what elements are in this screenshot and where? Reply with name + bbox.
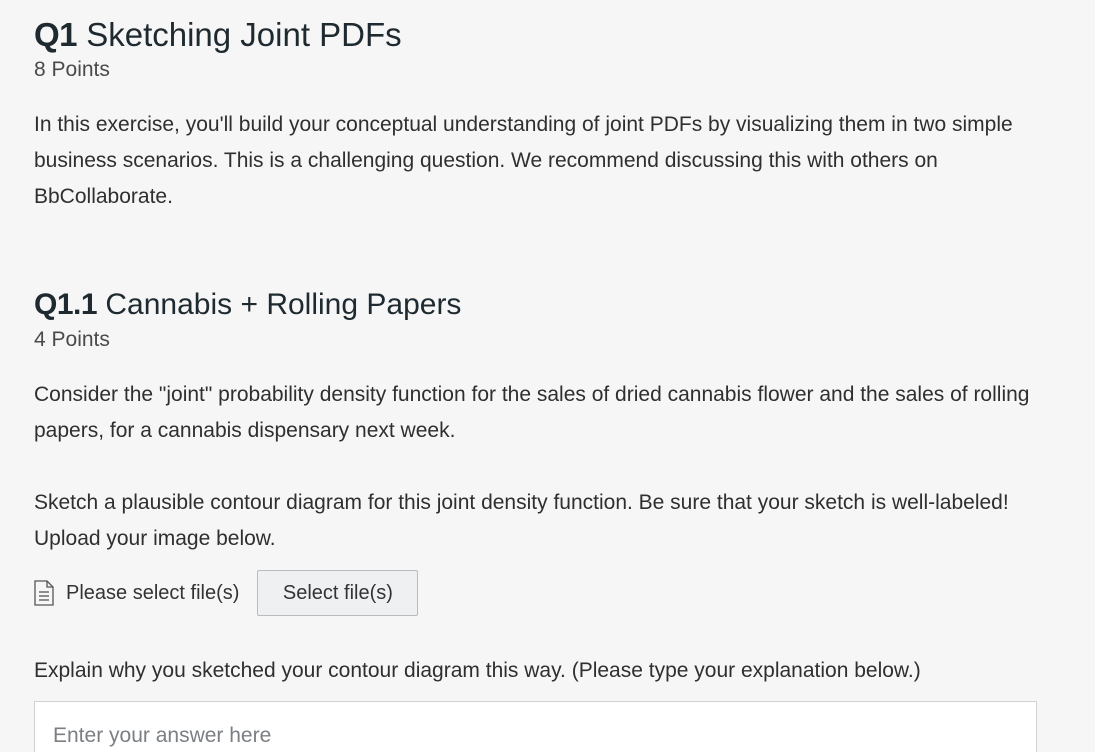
- file-upload-label: Please select file(s): [66, 581, 240, 604]
- explanation-prompt: Explain why you sketched your contour di…: [34, 659, 921, 682]
- subquestion-upload-instructions: Sketch a plausible contour diagram for t…: [34, 491, 1009, 550]
- question-description: In this exercise, you'll build your conc…: [34, 113, 1013, 208]
- select-files-button[interactable]: Select file(s): [257, 570, 419, 616]
- question-points: 8 Points: [34, 58, 110, 81]
- subquestion-title: Q1.1 Cannabis + Rolling Papers: [34, 290, 461, 320]
- file-upload-row: Please select file(s) Select file(s): [34, 570, 419, 616]
- subquestion-points: 4 Points: [34, 328, 110, 351]
- question-title-text: Sketching Joint PDFs: [86, 16, 402, 53]
- file-document-icon: [34, 580, 54, 606]
- subquestion-prompt-paragraph: Consider the "joint" probability density…: [34, 383, 1030, 442]
- subquestion-title-text: Cannabis + Rolling Papers: [105, 288, 462, 321]
- answer-placeholder: Enter your answer here: [53, 724, 272, 747]
- question-number: Q1: [34, 16, 78, 53]
- answer-textarea[interactable]: Enter your answer here: [34, 701, 1037, 752]
- question-title: Q1 Sketching Joint PDFs: [34, 18, 402, 51]
- subquestion-number: Q1.1: [34, 288, 98, 321]
- question-page: Q1 Sketching Joint PDFs 8 Points In this…: [0, 0, 1095, 752]
